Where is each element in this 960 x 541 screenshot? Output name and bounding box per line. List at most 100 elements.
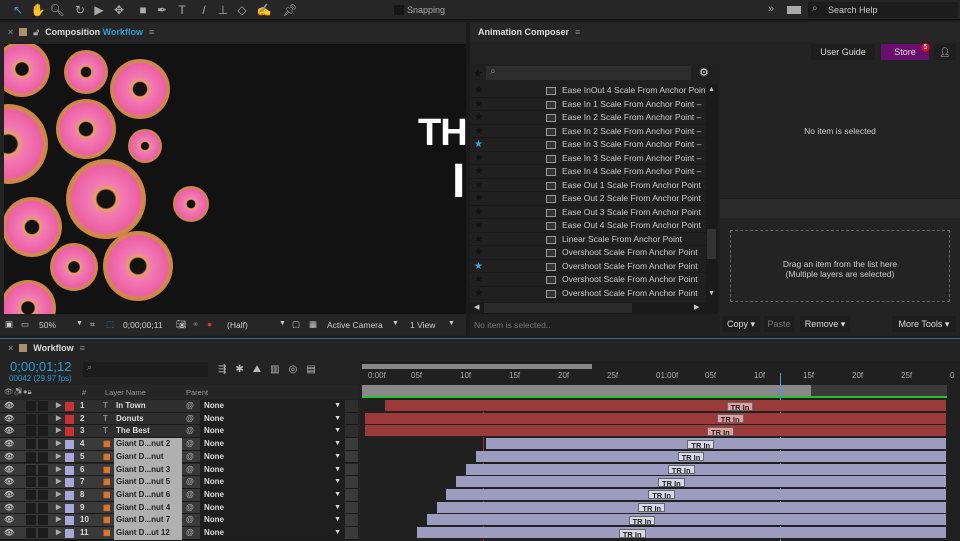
lock-switch[interactable] [38, 451, 48, 462]
layer-row[interactable]: 👁︎ ▶ 8 ▦ Giant D...nut 6 @ None ▼ [0, 488, 358, 502]
eye-icon[interactable]: 👁︎ [4, 438, 14, 451]
eye-icon[interactable]: 👁︎ [4, 476, 14, 489]
search-help-input[interactable]: ⌕ Search Help [808, 2, 958, 18]
layer-marker[interactable]: TR In [638, 503, 666, 513]
lock-icon[interactable]: 🔓︎ [33, 27, 39, 38]
mask-icon[interactable]: ⬚ [106, 319, 114, 330]
label-color[interactable] [65, 440, 74, 450]
favorite-star-icon[interactable]: ★ [474, 98, 483, 112]
preset-item[interactable]: ★ Ease Out 4 Scale From Anchor Point [470, 219, 718, 233]
layer-duration-bar[interactable] [466, 463, 946, 476]
panel-menu-icon[interactable]: ≡ [149, 27, 154, 37]
layer-marker[interactable]: TR In [707, 426, 734, 437]
panel-menu-icon[interactable]: ≡ [575, 27, 580, 37]
favorite-star-icon[interactable]: ★ [474, 287, 483, 301]
parent-dropdown[interactable]: None ▼ [200, 450, 345, 464]
roto-brush-tool-icon[interactable]: ✍ [256, 2, 272, 18]
expand-arrow-icon[interactable]: ▶ [56, 400, 61, 413]
safe-zones-icon[interactable]: ⌗ [90, 319, 95, 330]
layer-row[interactable]: 👁︎ ▶ 9 ▦ Giant D...nut 4 @ None ▼ [0, 501, 358, 515]
snapshot-icon[interactable]: 📷︎ [176, 319, 187, 330]
lock-switch[interactable] [38, 439, 48, 450]
layer-row[interactable]: 👁︎ ▶ 10 ▦ Giant D...nut 7 @ None ▼ [0, 514, 358, 527]
layer-marker[interactable]: TR In [628, 515, 656, 526]
pick-whip-icon[interactable]: @ [186, 502, 194, 515]
pick-whip-icon[interactable]: @ [186, 514, 194, 527]
favorite-star-icon[interactable]: ★ [474, 179, 483, 193]
solo-switch[interactable] [26, 515, 36, 526]
preset-item[interactable]: ★ Overshoot Scale From Anchor Point [470, 273, 718, 287]
label-color[interactable] [65, 529, 74, 538]
layer-name[interactable]: Giant D...nut 5 [114, 476, 182, 489]
workspace-icon[interactable] [787, 6, 801, 14]
preset-item[interactable]: ★ Ease In 4 Scale From Anchor Point – [470, 165, 718, 179]
preset-item[interactable]: ★ Linear Scale From Anchor Point [470, 233, 718, 246]
pick-whip-icon[interactable]: @ [186, 438, 194, 451]
expand-arrow-icon[interactable]: ▶ [56, 489, 61, 502]
layer-name[interactable]: Giant D...nut 7 [114, 514, 182, 527]
region-icon[interactable]: ▢ [292, 319, 300, 330]
solo-switch[interactable] [26, 464, 36, 475]
eye-icon[interactable]: 👁︎ [4, 489, 14, 502]
label-color[interactable] [65, 465, 74, 475]
parent-dropdown[interactable]: None ▼ [200, 463, 345, 477]
lock-switch[interactable] [38, 426, 48, 437]
pick-whip-icon[interactable]: @ [186, 425, 194, 438]
label-color[interactable] [65, 503, 74, 513]
preset-item[interactable]: ★ Ease Out 3 Scale From Anchor Point [470, 206, 718, 219]
time-navigator[interactable] [362, 364, 592, 369]
rectangle-tool-icon[interactable]: ■ [135, 2, 151, 18]
layer-duration-bar[interactable] [384, 400, 946, 412]
column-parent[interactable]: Parent [186, 388, 208, 397]
parent-dropdown[interactable]: None ▼ [200, 425, 345, 439]
label-color[interactable] [65, 402, 74, 411]
favorites-filter-icon[interactable]: ★ [473, 67, 483, 80]
scroll-thumb[interactable] [707, 229, 716, 259]
favorite-star-icon[interactable]: ★ [474, 273, 483, 287]
work-area-bar[interactable] [362, 385, 811, 396]
layer-search-input[interactable]: ⌕ [83, 362, 208, 377]
preset-item[interactable]: ★ Overshoot Scale From Anchor Point [470, 287, 718, 301]
preset-item[interactable]: ★ Ease In 3 Scale From Anchor Point – [470, 138, 718, 152]
solo-switch[interactable] [26, 413, 36, 424]
solo-switch[interactable] [26, 502, 36, 513]
channel-icon[interactable]: ● [207, 319, 212, 329]
resolution-dropdown[interactable]: (Half) [227, 320, 248, 330]
eye-icon[interactable]: 👁︎ [4, 400, 14, 413]
favorite-star-icon[interactable]: ★ [474, 125, 483, 139]
preset-item[interactable]: ★ Ease In 1 Scale From Anchor Point – [470, 98, 718, 112]
eye-icon[interactable]: 👁︎ [4, 527, 14, 540]
preset-item[interactable]: ★ Overshoot Scale From Anchor Point [470, 260, 718, 273]
layer-duration-bar[interactable] [417, 527, 946, 539]
zoom-tool-icon[interactable]: 🔍︎ [49, 2, 65, 18]
favorite-star-icon[interactable]: ★ [474, 192, 483, 206]
scroll-down-icon[interactable]: ▼ [708, 290, 715, 297]
layer-name[interactable]: Giant D...nut 3 [114, 463, 182, 477]
remove-button[interactable]: Remove ▾ [800, 316, 850, 332]
favorite-star-icon[interactable]: ★ [474, 84, 483, 98]
solo-switch[interactable] [26, 426, 36, 437]
label-color[interactable] [65, 452, 74, 462]
lock-switch[interactable] [38, 502, 48, 513]
expand-arrow-icon[interactable]: ▶ [56, 425, 61, 438]
layer-marker[interactable]: TR In [687, 439, 715, 450]
composition-tab[interactable]: × 🔓︎ Composition Workflow ≡ [0, 22, 466, 42]
layer-row[interactable]: 👁︎ ▶ 11 ▦ Giant D...ut 12 @ None ▼ [0, 527, 358, 540]
parent-dropdown[interactable]: None ▼ [200, 501, 345, 515]
expand-arrow-icon[interactable]: ▶ [56, 464, 61, 477]
layer-duration-bar[interactable] [446, 488, 946, 501]
pick-whip-icon[interactable]: @ [186, 527, 194, 540]
solo-switch[interactable] [26, 451, 36, 462]
pen-tool-icon[interactable]: ✒ [154, 2, 170, 18]
favorite-star-icon[interactable]: ★ [474, 152, 483, 166]
type-tool-icon[interactable]: T [174, 2, 190, 18]
layer-marker[interactable]: TR In [618, 528, 646, 539]
parent-dropdown[interactable]: None ▼ [200, 527, 345, 540]
preset-item[interactable]: ★ Overshoot Scale From Anchor Point [470, 246, 718, 260]
layer-marker[interactable]: TR In [677, 452, 705, 462]
lock-switch[interactable] [38, 464, 48, 475]
camera-dropdown[interactable]: Active Camera [327, 320, 383, 330]
close-icon[interactable]: × [8, 27, 13, 37]
layer-marker[interactable]: TR In [648, 490, 675, 500]
animation-composer-tab[interactable]: Animation Composer ≡ [470, 22, 960, 42]
